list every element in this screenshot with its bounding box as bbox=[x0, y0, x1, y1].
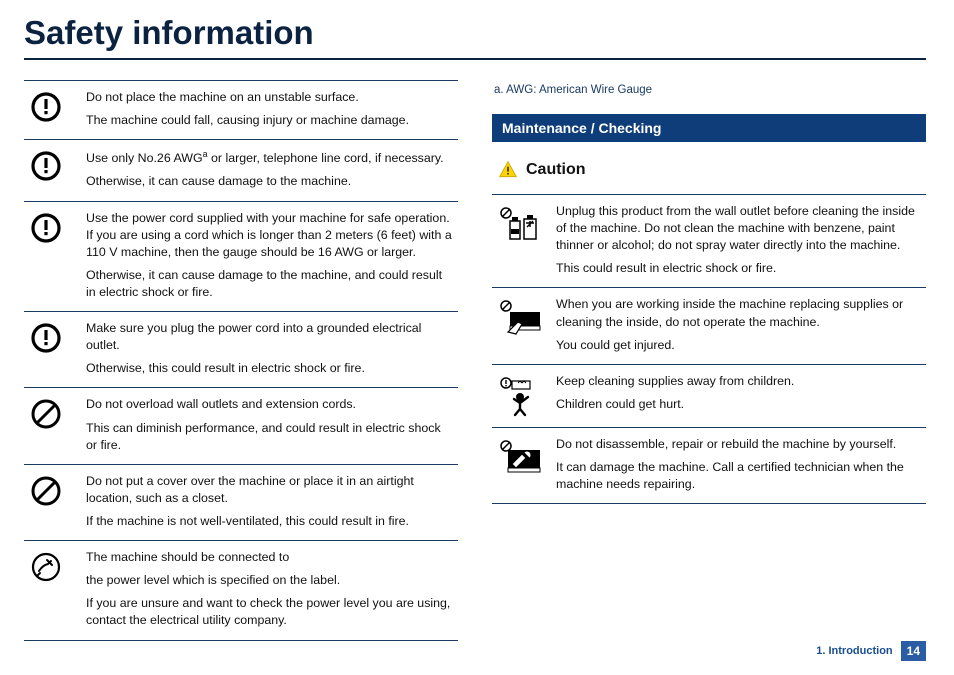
safety-table-left: Do not place the machine on an unstable … bbox=[24, 80, 458, 641]
safety-row: Do not put a cover over the machine or p… bbox=[24, 464, 458, 540]
child-pictogram-icon bbox=[492, 364, 550, 427]
safety-row: Use the power cord supplied with your ma… bbox=[24, 201, 458, 312]
page-title: Safety information bbox=[24, 14, 926, 52]
safety-paragraph: Otherwise, this could result in electric… bbox=[86, 360, 452, 377]
safety-text: Use only No.26 AWGa or larger, telephone… bbox=[80, 140, 458, 201]
caution-heading: Caution bbox=[498, 160, 926, 180]
safety-text: Use the power cord supplied with your ma… bbox=[80, 201, 458, 312]
caution-label: Caution bbox=[526, 161, 586, 179]
safety-paragraph: You could get injured. bbox=[556, 337, 920, 354]
safety-text: Do not disassemble, repair or rebuild th… bbox=[550, 427, 926, 503]
safety-text: Make sure you plug the power cord into a… bbox=[80, 312, 458, 388]
safety-paragraph: Use the power cord supplied with your ma… bbox=[86, 210, 452, 261]
exclaim-icon bbox=[24, 312, 80, 388]
safety-row: Keep cleaning supplies away from childre… bbox=[492, 364, 926, 427]
safety-row: When you are working inside the machine … bbox=[492, 288, 926, 364]
safety-text: Do not overload wall outlets and extensi… bbox=[80, 388, 458, 464]
safety-paragraph: Otherwise, it can cause damage to the ma… bbox=[86, 173, 452, 190]
page-footer: 1. Introduction 14 bbox=[816, 641, 926, 661]
chapter-label: 1. Introduction bbox=[816, 645, 892, 657]
safety-paragraph: The machine could fall, causing injury o… bbox=[86, 112, 452, 129]
bottles-pictogram-icon bbox=[492, 195, 550, 288]
tool-pictogram-icon bbox=[492, 427, 550, 503]
safety-paragraph: When you are working inside the machine … bbox=[556, 296, 920, 330]
safety-paragraph: Do not place the machine on an unstable … bbox=[86, 89, 452, 106]
safety-paragraph: Do not put a cover over the machine or p… bbox=[86, 473, 452, 507]
safety-paragraph: Do not disassemble, repair or rebuild th… bbox=[556, 436, 920, 453]
exclaim-icon bbox=[24, 140, 80, 201]
prohibit-icon bbox=[24, 464, 80, 540]
safety-paragraph: Children could get hurt. bbox=[556, 396, 920, 413]
safety-paragraph: the power level which is specified on th… bbox=[86, 572, 452, 589]
hand_machine-pictogram-icon bbox=[492, 288, 550, 364]
plug-icon bbox=[24, 541, 80, 640]
section-header-maintenance: Maintenance / Checking bbox=[492, 114, 926, 142]
safety-paragraph: If the machine is not well-ventilated, t… bbox=[86, 513, 452, 530]
safety-paragraph: It can damage the machine. Call a certif… bbox=[556, 459, 920, 493]
safety-paragraph: The machine should be connected to bbox=[86, 549, 452, 566]
safety-row: The machine should be connected to the po… bbox=[24, 541, 458, 640]
footnote-ref-a: a bbox=[203, 149, 208, 159]
safety-row: Do not overload wall outlets and extensi… bbox=[24, 388, 458, 464]
safety-paragraph: Make sure you plug the power cord into a… bbox=[86, 320, 452, 354]
safety-text: Keep cleaning supplies away from childre… bbox=[550, 364, 926, 427]
safety-text: Unplug this product from the wall outlet… bbox=[550, 195, 926, 288]
safety-paragraph: This could result in electric shock or f… bbox=[556, 260, 920, 277]
footnote-a: a. AWG: American Wire Gauge bbox=[494, 84, 926, 96]
prohibit-icon bbox=[24, 388, 80, 464]
safety-row: Use only No.26 AWGa or larger, telephone… bbox=[24, 140, 458, 201]
safety-row: Make sure you plug the power cord into a… bbox=[24, 312, 458, 388]
warning-triangle-icon bbox=[498, 160, 518, 180]
safety-table-right: Unplug this product from the wall outlet… bbox=[492, 194, 926, 504]
safety-row: Unplug this product from the wall outlet… bbox=[492, 195, 926, 288]
title-rule bbox=[24, 58, 926, 60]
safety-paragraph: Unplug this product from the wall outlet… bbox=[556, 203, 920, 254]
safety-paragraph: Do not overload wall outlets and extensi… bbox=[86, 396, 452, 413]
safety-text: Do not place the machine on an unstable … bbox=[80, 81, 458, 140]
page-number: 14 bbox=[901, 641, 926, 661]
safety-paragraph: Keep cleaning supplies away from childre… bbox=[556, 373, 920, 390]
exclaim-icon bbox=[24, 201, 80, 312]
safety-row: Do not disassemble, repair or rebuild th… bbox=[492, 427, 926, 503]
safety-text: When you are working inside the machine … bbox=[550, 288, 926, 364]
safety-paragraph: This can diminish performance, and could… bbox=[86, 420, 452, 454]
safety-row: Do not place the machine on an unstable … bbox=[24, 81, 458, 140]
safety-text: Do not put a cover over the machine or p… bbox=[80, 464, 458, 540]
safety-paragraph: If you are unsure and want to check the … bbox=[86, 595, 452, 629]
safety-paragraph: Use only No.26 AWGa or larger, telephone… bbox=[86, 148, 452, 167]
safety-paragraph: Otherwise, it can cause damage to the ma… bbox=[86, 267, 452, 301]
safety-text: The machine should be connected to the po… bbox=[80, 541, 458, 640]
exclaim-icon bbox=[24, 81, 80, 140]
